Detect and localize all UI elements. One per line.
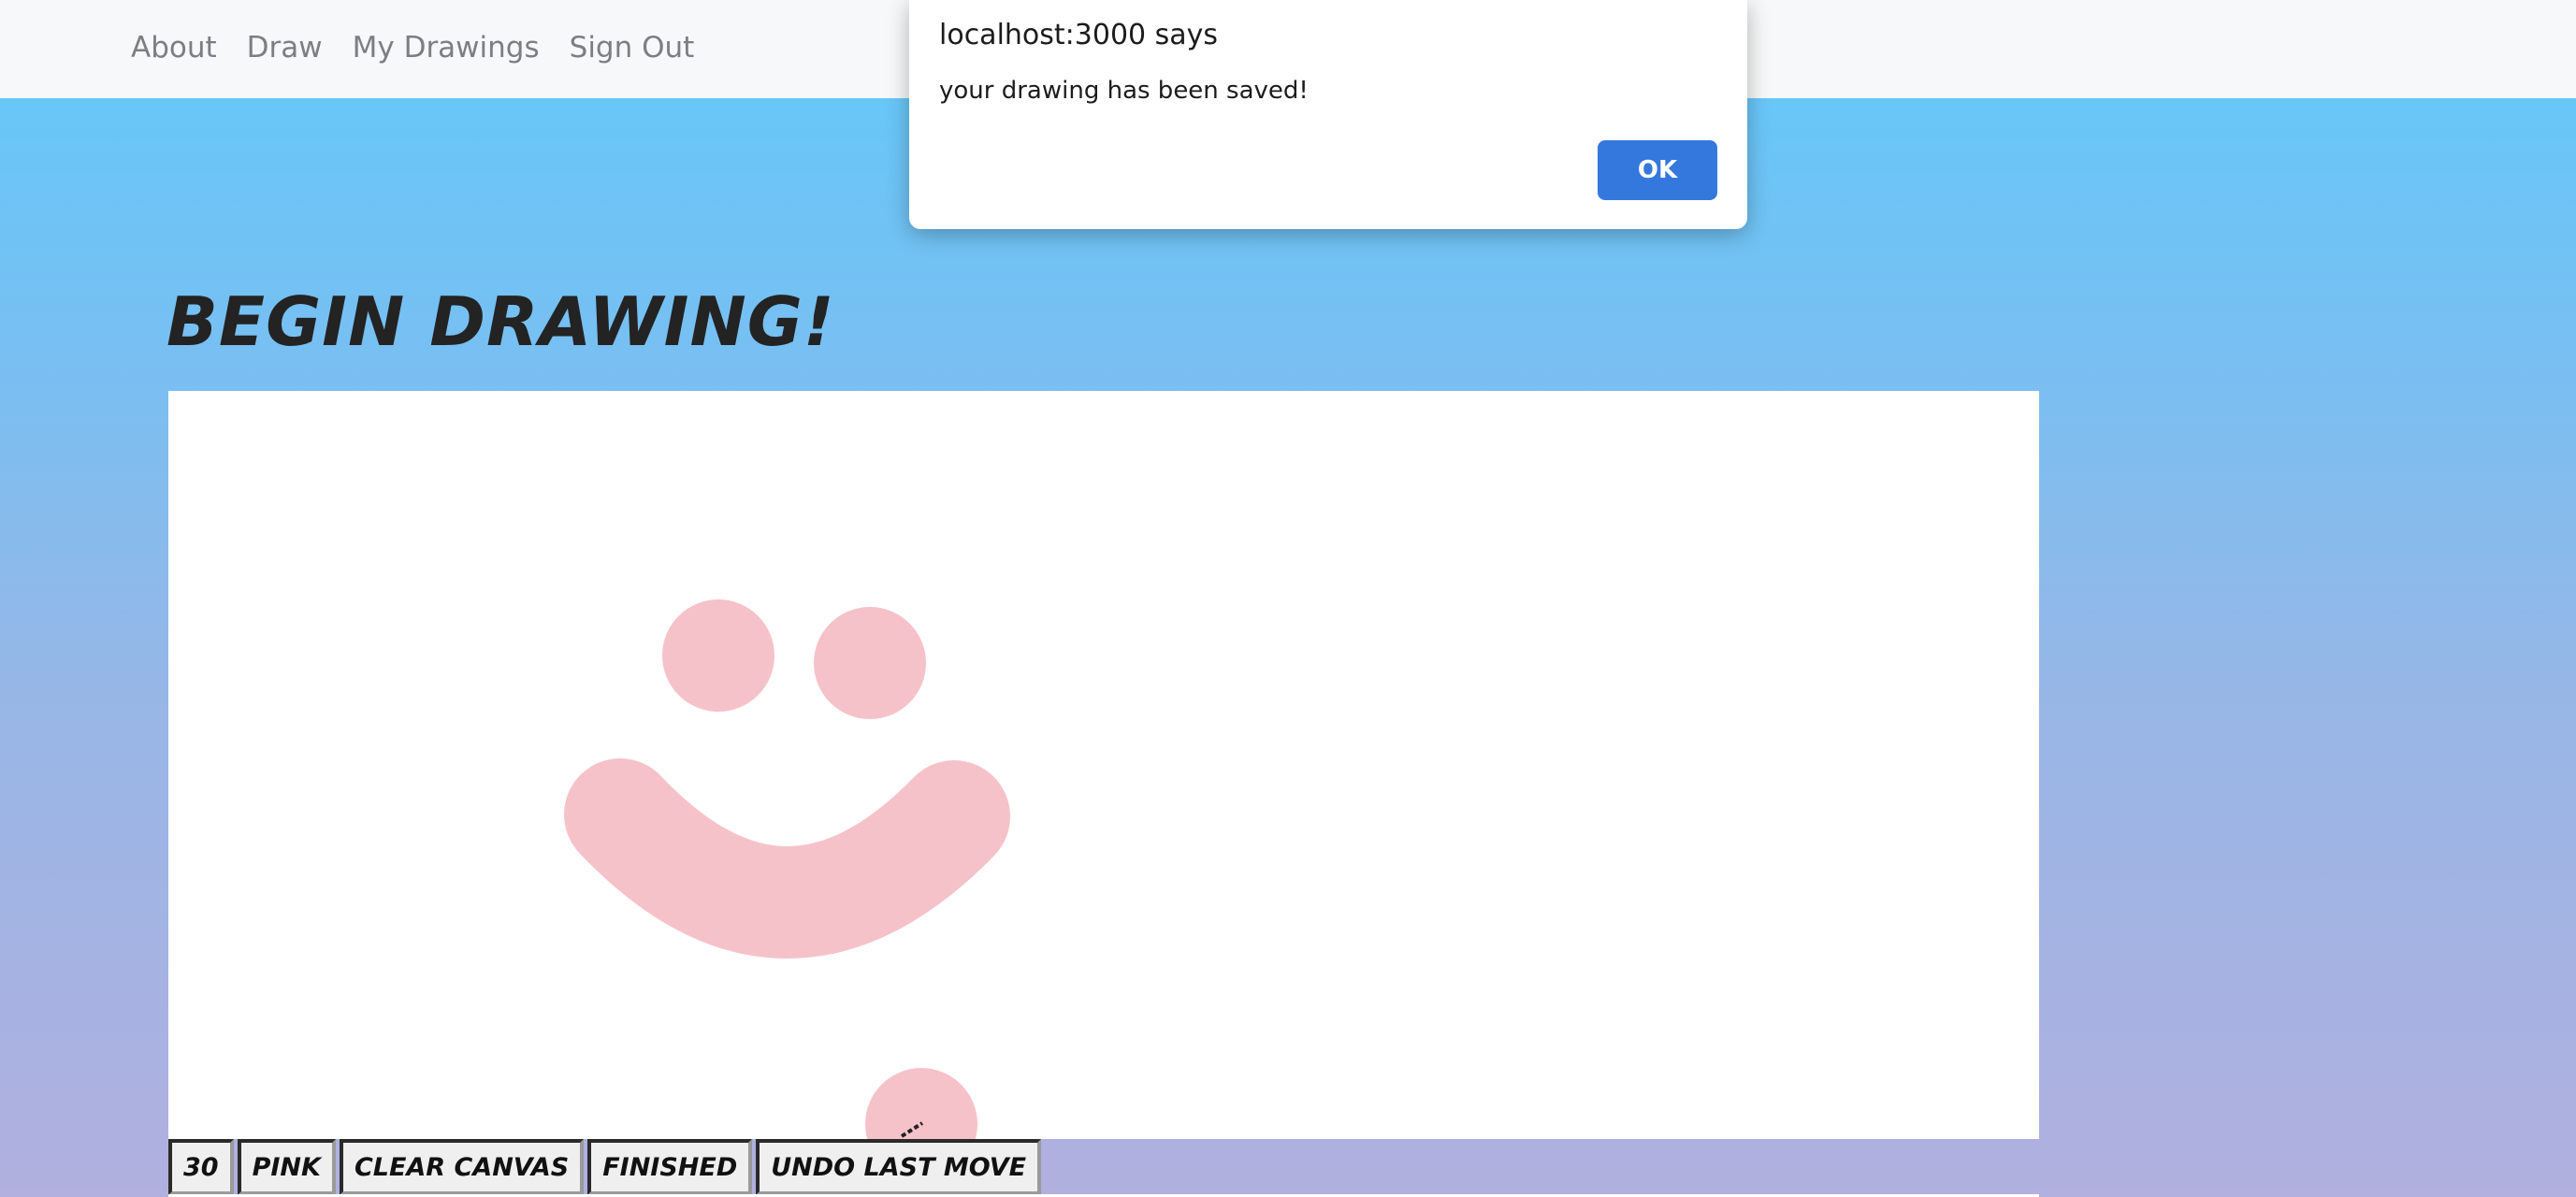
color-button[interactable]: Pink — [237, 1139, 336, 1195]
nav-about-link[interactable]: About — [131, 31, 217, 65]
drawing-strokes — [564, 599, 1010, 1139]
ok-button[interactable]: OK — [1598, 140, 1717, 200]
clear-canvas-button[interactable]: Clear Canvas — [339, 1139, 585, 1195]
right-eye-stroke — [814, 607, 926, 719]
drawing-canvas[interactable] — [168, 391, 2039, 1139]
dialog-message: your drawing has been saved! — [939, 77, 1309, 105]
smile-stroke — [564, 758, 1010, 959]
nav-draw-link[interactable]: Draw — [247, 31, 323, 65]
left-eye-stroke — [662, 599, 774, 712]
alert-dialog: localhost:3000 says your drawing has bee… — [909, 0, 1747, 229]
brush-size-button[interactable]: 30 — [168, 1139, 234, 1195]
drawing-toolbar: 30 Pink Clear Canvas Finished Undo Last … — [168, 1139, 1045, 1195]
page-title: Begin Drawing! — [166, 282, 835, 361]
dialog-title: localhost:3000 says — [939, 19, 1219, 51]
nav-links: About Draw My Drawings Sign Out — [131, 0, 724, 95]
nav-sign-out-link[interactable]: Sign Out — [570, 31, 695, 65]
finished-button[interactable]: Finished — [587, 1139, 753, 1195]
nav-my-drawings-link[interactable]: My Drawings — [353, 31, 540, 65]
undo-last-move-button[interactable]: Undo Last Move — [756, 1139, 1042, 1195]
brush-dot-stroke — [865, 1068, 977, 1139]
